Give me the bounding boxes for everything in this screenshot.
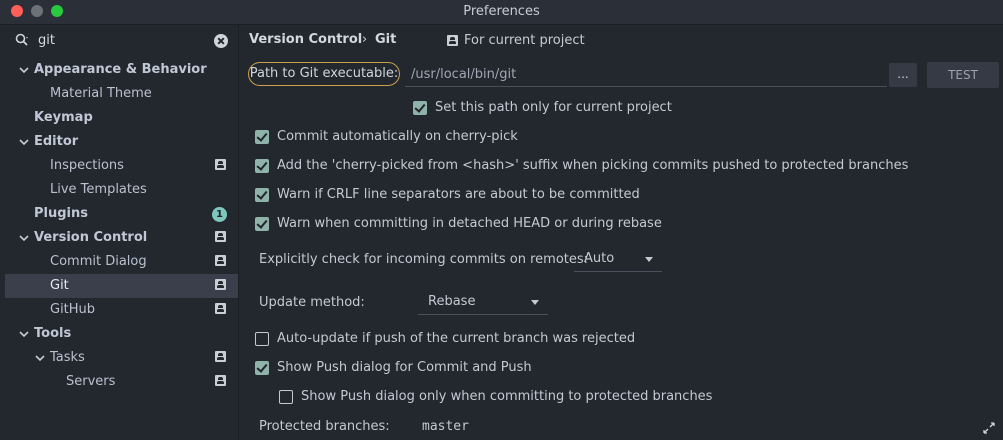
breadcrumb-separator: ›	[362, 32, 368, 47]
clear-search-icon[interactable]	[214, 34, 228, 48]
update-method-select[interactable]: Rebase	[418, 289, 548, 315]
incoming-commits-select[interactable]: Auto	[574, 246, 662, 272]
sidebar-item-label: Live Templates	[50, 182, 147, 197]
checkbox-label: Add the 'cherry-picked from <hash>' suff…	[277, 158, 909, 173]
project-scope-icon	[215, 255, 226, 266]
expand-icon[interactable]	[983, 422, 995, 434]
sidebar-item-tools[interactable]: Tools	[5, 322, 238, 346]
checkbox-label: Auto-update if push of the current branc…	[277, 331, 636, 346]
checkbox[interactable]	[255, 159, 269, 173]
protected-branches-label: Protected branches:	[259, 419, 390, 434]
sidebar-item-label: Material Theme	[50, 86, 152, 101]
sidebar-item-label: Tasks	[50, 350, 85, 365]
chevron-down-icon[interactable]	[18, 64, 30, 76]
checkbox[interactable]	[413, 101, 427, 115]
test-button[interactable]: TEST	[927, 62, 999, 88]
breadcrumb-current: Git	[375, 32, 397, 47]
sidebar-item-appearance-behavior[interactable]: Appearance & Behavior	[5, 58, 238, 82]
project-scope-icon	[447, 35, 458, 46]
checkbox[interactable]	[255, 332, 269, 346]
sidebar-item-tasks[interactable]: Tasks	[5, 346, 238, 370]
sidebar-item-label: Inspections	[50, 158, 124, 173]
checkbox[interactable]	[255, 217, 269, 231]
window-title: Preferences	[463, 4, 540, 19]
sidebar-item-label: Tools	[34, 326, 72, 341]
title-bar: Preferences	[0, 0, 1003, 25]
protected-branches-input[interactable]: master	[422, 419, 469, 434]
sidebar-item-plugins[interactable]: Plugins 1	[5, 202, 238, 226]
sidebar-item-material-theme[interactable]: Material Theme	[5, 82, 238, 106]
scope-label: For current project	[464, 33, 585, 48]
browse-button[interactable]: ...	[889, 63, 917, 87]
sidebar-item-label: Git	[50, 278, 69, 293]
chevron-down-icon	[645, 257, 653, 262]
sidebar-item-live-templates[interactable]: Live Templates	[5, 178, 238, 202]
chevron-down-icon[interactable]	[18, 136, 30, 148]
checkbox-label: Show Push dialog for Commit and Push	[277, 360, 532, 375]
checkbox-label: Show Push dialog only when committing to…	[301, 389, 713, 404]
select-value: Rebase	[428, 294, 476, 309]
search-input[interactable]: git	[38, 33, 55, 48]
checkbox-label: Warn when committing in detached HEAD or…	[277, 216, 662, 231]
sidebar-item-label: Commit Dialog	[50, 254, 147, 269]
sidebar-item-label: Keymap	[34, 110, 93, 125]
select-value: Auto	[584, 251, 615, 266]
sidebar-item-label: Plugins	[34, 206, 88, 221]
project-scope-icon	[215, 279, 226, 290]
sidebar-item-label: Servers	[66, 374, 116, 389]
checkbox[interactable]	[255, 361, 269, 375]
project-scope-icon	[215, 303, 226, 314]
chevron-down-icon[interactable]	[18, 328, 30, 340]
search-icon	[15, 33, 28, 46]
update-method-label: Update method:	[259, 295, 365, 310]
checkbox-label: Commit automatically on cherry-pick	[277, 129, 518, 144]
project-scope-icon	[215, 375, 226, 386]
checkbox[interactable]	[279, 390, 293, 404]
git-settings-panel: Version Control › Git For current projec…	[239, 25, 1003, 440]
sidebar-item-label: Editor	[34, 134, 79, 149]
sidebar-item-github[interactable]: GitHub	[5, 298, 238, 322]
sidebar-item-label: Appearance & Behavior	[34, 62, 207, 77]
chevron-down-icon[interactable]	[34, 352, 46, 364]
sidebar-item-editor[interactable]: Editor	[5, 130, 238, 154]
sidebar-item-git[interactable]: Git	[5, 274, 238, 298]
chevron-down-icon	[531, 300, 539, 305]
checkbox[interactable]	[255, 130, 269, 144]
breadcrumb-parent[interactable]: Version Control	[249, 32, 362, 47]
git-path-label: Path to Git executable:	[248, 62, 400, 86]
checkbox-label: Set this path only for current project	[435, 100, 672, 115]
sidebar-item-commit-dialog[interactable]: Commit Dialog	[5, 250, 238, 274]
git-path-input[interactable]: /usr/local/bin/git	[405, 63, 887, 87]
chevron-down-icon[interactable]	[18, 232, 30, 244]
settings-search[interactable]: git	[10, 31, 232, 53]
git-path-value[interactable]: /usr/local/bin/git	[411, 67, 516, 82]
sidebar-item-version-control[interactable]: Version Control	[5, 226, 238, 250]
project-scope-icon	[215, 231, 226, 242]
project-scope-icon	[215, 159, 226, 170]
sidebar-item-keymap[interactable]: Keymap	[5, 106, 238, 130]
checkbox-label: Warn if CRLF line separators are about t…	[277, 187, 640, 202]
incoming-commits-label: Explicitly check for incoming commits on…	[259, 252, 589, 267]
sidebar-item-servers[interactable]: Servers	[5, 370, 238, 394]
settings-sidebar: git Appearance & Behavior Material Theme K…	[0, 25, 239, 440]
project-scope-icon	[215, 351, 226, 362]
sidebar-item-inspections[interactable]: Inspections	[5, 154, 238, 178]
checkbox[interactable]	[255, 188, 269, 202]
sidebar-item-label: GitHub	[50, 302, 96, 317]
update-count-badge: 1	[212, 207, 227, 222]
sidebar-item-label: Version Control	[34, 230, 148, 245]
